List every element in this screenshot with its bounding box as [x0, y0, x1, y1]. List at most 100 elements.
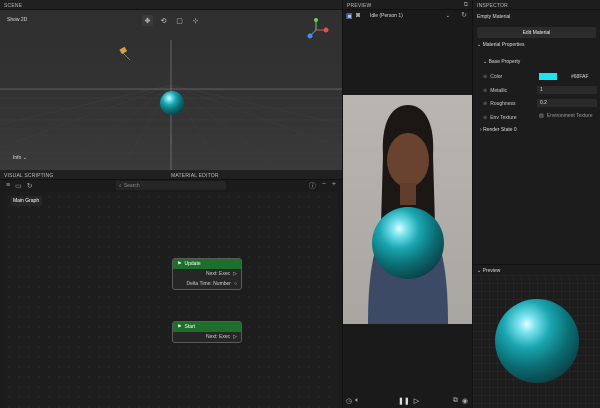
image-icon[interactable]: ▣: [346, 12, 353, 20]
scene-panel: SCENE Show 2D ✥ ⟲ ▢ ⊹ Info ⌄: [0, 0, 342, 170]
search-icon: ⌕: [119, 182, 122, 189]
link-icon[interactable]: ⊛: [483, 101, 487, 107]
refresh-icon[interactable]: ↻: [27, 182, 33, 190]
move-icon[interactable]: ✥: [142, 15, 153, 26]
visual-scripting-panel: VISUAL SCRIPTING MATERIAL EDITOR ≡ ▭ ↻ ⌕…: [0, 170, 342, 408]
node-port[interactable]: Delta Time: Number ○: [173, 279, 241, 289]
preview-image: [343, 95, 473, 324]
search-placeholder: Search: [123, 182, 140, 189]
section-label: Render State 0: [483, 127, 517, 133]
node-port[interactable]: Next: Exec ▷: [173, 332, 241, 342]
volume-icon[interactable]: 🔈︎: [355, 397, 359, 405]
chevron-down-icon: ⌄: [22, 155, 27, 161]
env-texture-label: Env Texture: [490, 114, 517, 121]
graph-canvas[interactable]: Main Graph ⚑ Update Next: Exec ▷ Delta Tim…: [4, 192, 338, 408]
inspector-header: INSPECTOR: [473, 0, 600, 10]
info-dropdown[interactable]: Info ⌄: [13, 155, 27, 161]
record-icon[interactable]: ◉: [462, 397, 468, 405]
scale-icon[interactable]: ▢: [174, 15, 185, 26]
preview-panel: PREVIEW ⧉ ▣ ◙ Idle (Person 1) ⌄ ↻ ◷ 🔈︎ ❚❚ ▷…: [342, 0, 473, 408]
frame-icon[interactable]: ▭: [15, 182, 22, 190]
scene-grid: [0, 40, 342, 170]
edit-material-button[interactable]: Edit Material: [477, 27, 596, 38]
sphere-object[interactable]: [160, 91, 184, 115]
port-label: Delta Time: Number: [186, 281, 231, 287]
chevron-down-icon: ⌄: [477, 42, 482, 48]
color-hex[interactable]: #68FAF: [571, 74, 589, 80]
inspector-title: INSPECTOR: [477, 3, 508, 9]
link-icon[interactable]: ⊛: [483, 115, 487, 121]
node-title: Start: [184, 324, 196, 330]
main-graph-tab[interactable]: Main Graph: [10, 196, 43, 206]
search-input[interactable]: ⌕ Search: [116, 181, 226, 190]
flag-icon: ⚑: [177, 324, 182, 330]
chevron-down-icon: ⌄: [477, 268, 482, 274]
section-label: Material Properties: [482, 42, 525, 48]
animation-value: Idle (Person 1): [370, 12, 403, 19]
preview-section-header[interactable]: ⌄ Preview: [473, 264, 600, 274]
scene-header: SCENE: [0, 0, 342, 10]
base-property-section[interactable]: ⌄ Base Property: [483, 59, 520, 65]
add-icon[interactable]: +: [332, 181, 336, 191]
next-frame-icon[interactable]: ▷: [414, 397, 419, 405]
material-sphere: [495, 299, 579, 383]
popout-icon[interactable]: ⧉: [464, 2, 468, 9]
preview-sphere: [372, 207, 444, 279]
show-2d-toggle[interactable]: Show 2D: [7, 17, 27, 23]
link-icon[interactable]: ⊛: [483, 74, 487, 80]
exec-port-icon: ▷: [233, 334, 237, 340]
port-label: Next: Exec: [205, 271, 231, 277]
number-port-icon: ○: [233, 281, 237, 287]
node-header: ⚑ Start: [173, 322, 241, 332]
chevron-right-icon: ›: [480, 127, 482, 133]
info-icon[interactable]: ⓘ: [309, 181, 316, 191]
material-preview: [473, 275, 600, 408]
preview-label: Preview: [482, 268, 501, 274]
material-name: Empty Material: [477, 14, 511, 20]
preview-header: PREVIEW ⧉: [343, 0, 472, 10]
axis-gizmo-icon[interactable]: [304, 16, 334, 44]
node-header: ⚑ Update: [173, 259, 241, 269]
camera-icon[interactable]: ◙: [356, 12, 360, 19]
preview-title: PREVIEW: [347, 3, 372, 9]
port-label: Next: Exec: [205, 334, 231, 340]
list-icon[interactable]: ≡: [6, 182, 10, 190]
animation-select[interactable]: Idle (Person 1) ⌄: [367, 11, 453, 20]
node-title: Update: [184, 261, 201, 267]
roughness-input[interactable]: 0.2: [537, 99, 597, 107]
exec-port-icon: ▷: [233, 271, 237, 277]
color-swatch[interactable]: [539, 73, 557, 80]
texture-icon: ▨: [539, 113, 544, 119]
render-state-section[interactable]: › Render State 0: [480, 127, 517, 133]
reload-icon[interactable]: ↻: [461, 11, 467, 19]
metallic-label: Metallic: [490, 87, 508, 94]
link-icon[interactable]: ⊛: [483, 88, 487, 94]
scene-title: SCENE: [4, 3, 23, 9]
flag-icon: ⚑: [177, 261, 182, 267]
camera-gizmo-icon: [119, 46, 131, 61]
start-node[interactable]: ⚑ Start Next: Exec ▷: [172, 321, 242, 343]
metallic-input[interactable]: 1: [537, 86, 597, 94]
inspector-panel: INSPECTOR Empty Material Edit Material ⌄…: [472, 0, 600, 408]
material-editor-title: MATERIAL EDITOR: [171, 173, 219, 179]
rect-icon[interactable]: ⊹: [190, 15, 201, 26]
info-label: Info: [13, 155, 22, 161]
screenshot-icon[interactable]: ⧉: [453, 397, 458, 405]
node-port[interactable]: Next: Exec ▷: [173, 269, 241, 279]
scene-viewport[interactable]: Show 2D ✥ ⟲ ▢ ⊹ Info ⌄: [0, 10, 342, 170]
env-texture-field[interactable]: ▨ Environment Texture: [539, 113, 593, 119]
pause-icon[interactable]: ❚❚: [398, 397, 410, 405]
update-node[interactable]: ⚑ Update Next: Exec ▷ Delta Time: Number ○: [172, 258, 242, 290]
color-label: Color: [490, 73, 503, 80]
section-label: Base Property: [488, 59, 521, 65]
chevron-down-icon: ⌄: [445, 12, 450, 19]
roughness-label: Roughness: [490, 100, 516, 107]
vs-header: VISUAL SCRIPTING MATERIAL EDITOR: [0, 170, 342, 180]
speed-icon[interactable]: ◷: [346, 397, 352, 405]
rotate-icon[interactable]: ⟲: [158, 15, 169, 26]
chevron-down-icon: ⌄: [483, 59, 488, 65]
env-texture-value: Environment Texture: [546, 113, 593, 119]
vs-title: VISUAL SCRIPTING: [4, 173, 54, 179]
material-properties-section[interactable]: ⌄ Material Properties: [477, 42, 525, 48]
minimize-icon[interactable]: −: [322, 181, 326, 191]
